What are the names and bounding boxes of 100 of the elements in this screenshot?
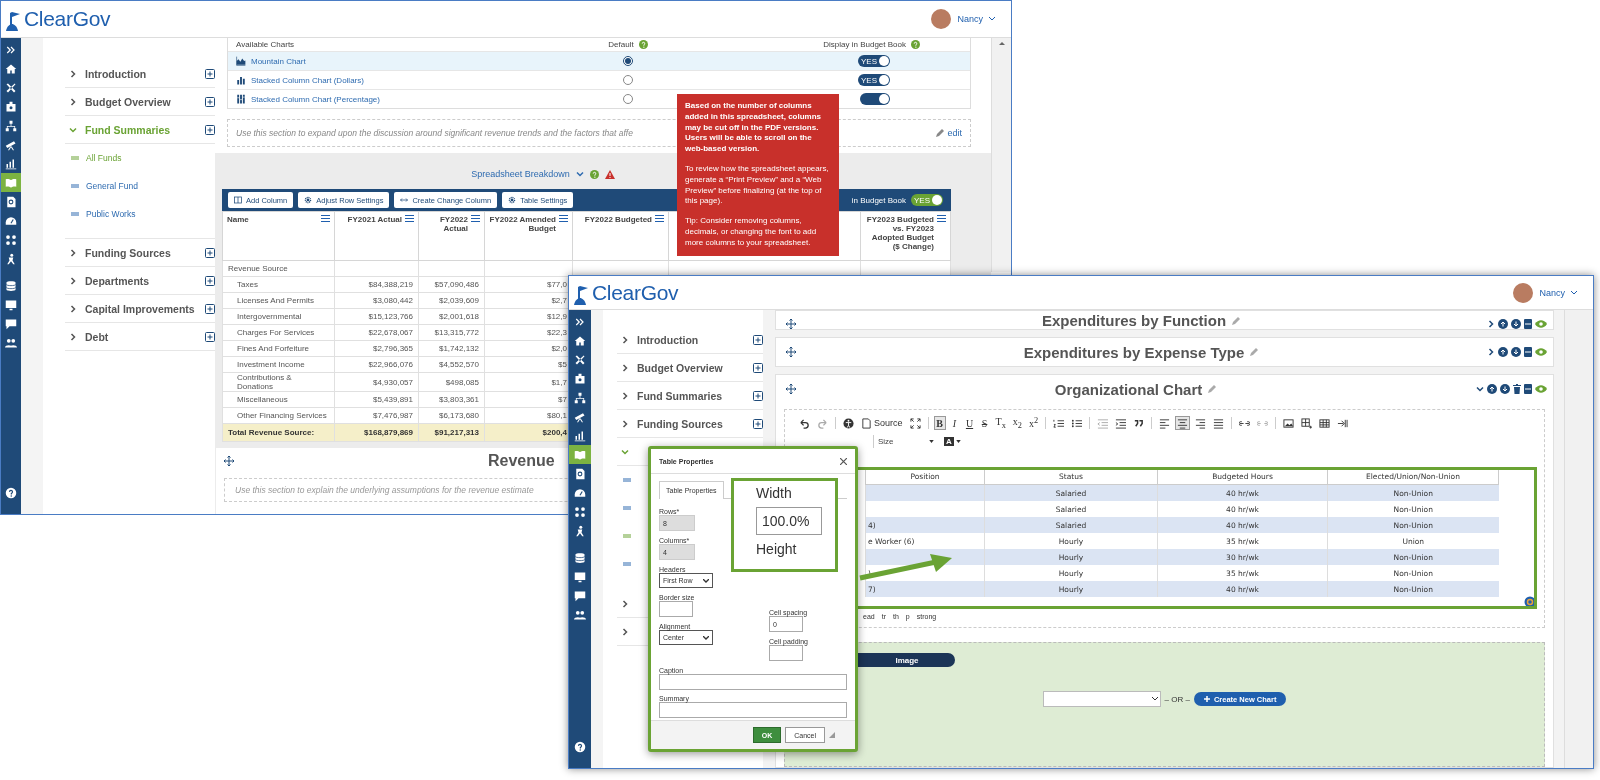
input-field[interactable] <box>659 674 847 690</box>
menu-icon[interactable] <box>937 215 946 222</box>
menu-icon[interactable] <box>405 215 414 222</box>
caret-icon[interactable] <box>1571 290 1577 295</box>
radio-button[interactable] <box>623 94 633 104</box>
toggle-switch[interactable]: YES <box>858 55 890 67</box>
nav-label[interactable]: Capital Improvements <box>85 302 197 315</box>
move-icon[interactable] <box>786 319 796 329</box>
trash-icon[interactable] <box>1513 384 1521 394</box>
input-field[interactable] <box>769 645 803 661</box>
nav-label[interactable]: Departments <box>85 274 197 287</box>
toolbar-button[interactable] <box>907 416 923 430</box>
toolbar-button[interactable]: T$_{x}$ <box>993 416 1008 430</box>
scrollbar[interactable] <box>1564 310 1593 768</box>
avatar-icon[interactable] <box>931 9 952 29</box>
help-icon[interactable] <box>638 40 648 49</box>
user-name[interactable]: Nancy <box>1539 287 1565 298</box>
toolbar-button[interactable]: x$^{2}$ <box>1027 416 1041 430</box>
layout-icon[interactable] <box>1524 347 1532 357</box>
toggle-switch[interactable] <box>860 93 890 105</box>
move-up-icon[interactable] <box>1487 384 1497 394</box>
warning-icon[interactable] <box>604 169 615 179</box>
add-icon[interactable] <box>205 124 215 135</box>
add-icon[interactable] <box>753 362 763 373</box>
section-dropdown[interactable]: Spreadsheet Breakdown <box>471 169 570 179</box>
input-field[interactable] <box>659 601 693 617</box>
radio-button[interactable] <box>623 56 633 66</box>
caret-up-icon[interactable] <box>998 41 1005 45</box>
menu-icon[interactable] <box>655 215 664 222</box>
eye-icon[interactable] <box>1535 320 1547 328</box>
add-icon[interactable] <box>205 303 215 314</box>
toolbar-button[interactable] <box>1175 416 1191 430</box>
move-icon[interactable] <box>786 384 796 394</box>
list-marker-icon[interactable] <box>623 534 631 538</box>
toggle-switch[interactable]: YES <box>858 74 890 86</box>
chart-name[interactable]: Stacked Column Chart (Percentage) <box>251 94 380 104</box>
move-up-icon[interactable] <box>1498 347 1508 357</box>
nav-label[interactable]: Fund Summaries <box>637 389 745 402</box>
nav-label[interactable]: Funding Sources <box>637 417 745 430</box>
close-icon[interactable] <box>840 457 847 465</box>
add-icon[interactable] <box>205 96 215 107</box>
list-marker-icon[interactable] <box>623 506 631 510</box>
toolbar-button[interactable]: B <box>933 416 946 430</box>
radio-button[interactable] <box>623 75 633 85</box>
list-marker-icon[interactable] <box>623 562 631 566</box>
size-dropdown[interactable]: Size <box>873 434 936 448</box>
input-field[interactable] <box>659 702 847 718</box>
add-icon[interactable] <box>205 68 215 79</box>
toolbar-button[interactable]: I <box>948 416 961 430</box>
menu-icon[interactable] <box>559 215 568 222</box>
layout-icon[interactable] <box>1524 319 1532 329</box>
toolbar-button[interactable] <box>841 416 856 430</box>
nav-label[interactable]: Debt <box>85 330 197 343</box>
toolbar-button[interactable] <box>1299 416 1315 430</box>
toolbar-button[interactable] <box>1317 416 1333 430</box>
user-name[interactable]: Nancy <box>957 14 983 24</box>
toolbar-button[interactable] <box>1113 416 1129 430</box>
eye-icon[interactable] <box>1535 348 1547 356</box>
avatar-icon[interactable] <box>1513 282 1534 303</box>
scrollbar[interactable] <box>991 38 1011 272</box>
chart-name[interactable]: Stacked Column Chart (Dollars) <box>251 75 364 85</box>
nav-subitem[interactable]: Public Works <box>65 200 215 228</box>
nav-sublabel[interactable]: Public Works <box>86 209 136 219</box>
eye-icon[interactable] <box>1535 385 1547 393</box>
move-down-icon[interactable] <box>1511 319 1521 329</box>
menu-icon[interactable] <box>321 215 330 222</box>
edit-link[interactable]: edit <box>935 128 962 138</box>
toolbar-button[interactable]: Source <box>859 416 905 430</box>
toolbar-button[interactable]: U <box>963 416 976 430</box>
add-icon[interactable] <box>753 390 763 401</box>
nav-label[interactable]: Budget Overview <box>637 361 745 374</box>
nav-label[interactable]: Introduction <box>85 67 197 80</box>
add-icon[interactable] <box>753 334 763 345</box>
layout-icon[interactable] <box>1524 384 1532 394</box>
toolbar-button[interactable] <box>1281 416 1297 430</box>
help-icon[interactable] <box>589 169 599 179</box>
add-icon[interactable] <box>205 247 215 258</box>
help-icon[interactable] <box>911 40 920 49</box>
text-color-button[interactable]: A <box>944 434 961 448</box>
resize-handle-icon[interactable] <box>829 732 835 738</box>
move-icon[interactable] <box>224 456 234 466</box>
nav-label[interactable]: Funding Sources <box>85 246 197 259</box>
menu-icon[interactable] <box>471 215 480 222</box>
nav-subitem[interactable]: General Fund <box>65 172 215 200</box>
pencil-icon[interactable] <box>935 128 946 138</box>
toolbar-button[interactable]: S <box>978 416 991 430</box>
nav-label[interactable]: Budget Overview <box>85 95 197 108</box>
toolbar-button[interactable]: x$_{2}$ <box>1010 416 1024 430</box>
add-icon[interactable] <box>753 418 763 429</box>
chart-name[interactable]: Mountain Chart <box>251 56 306 66</box>
add-icon[interactable] <box>205 331 215 342</box>
nav-label[interactable]: Introduction <box>637 333 745 346</box>
input-field[interactable]: 100.0% <box>756 507 822 535</box>
move-up-icon[interactable] <box>1498 319 1508 329</box>
move-down-icon[interactable] <box>1511 347 1521 357</box>
move-down-icon[interactable] <box>1500 384 1510 394</box>
add-icon[interactable] <box>205 275 215 286</box>
caret-icon[interactable] <box>989 17 995 21</box>
nav-sublabel[interactable]: General Fund <box>86 181 138 191</box>
spellcheck-icon[interactable] <box>1524 596 1536 608</box>
